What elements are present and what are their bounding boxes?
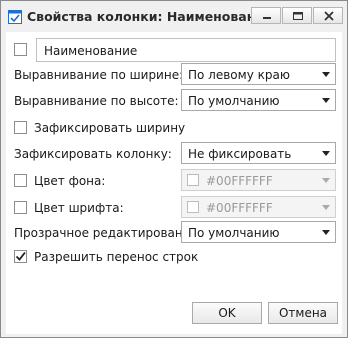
v-align-label: Выравнивание по высоте: (14, 94, 179, 108)
v-align-select[interactable]: По умолчанию (181, 89, 336, 111)
name-input[interactable]: Наименование (36, 38, 336, 62)
minimize-icon (263, 17, 271, 19)
bg-color-row: Цвет фона: #00FFFFFF (6, 169, 342, 191)
h-align-value: По левому краю (188, 68, 290, 82)
font-color-select[interactable]: #00FFFFFF (181, 196, 336, 218)
chevron-down-icon (322, 98, 330, 103)
title-bar[interactable]: Свойства колонки: Наименование (1, 1, 347, 31)
chevron-down-icon (322, 151, 330, 156)
minimize-button[interactable] (251, 7, 281, 24)
transparent-edit-select[interactable]: По умолчанию (181, 221, 336, 243)
h-align-select[interactable]: По левому краю (181, 63, 336, 85)
color-swatch (187, 174, 199, 186)
window-check-icon (8, 10, 22, 24)
chevron-down-icon (322, 72, 330, 77)
maximize-icon (293, 12, 303, 20)
fix-column-select[interactable]: Не фиксировать (181, 142, 336, 164)
window-title: Свойства колонки: Наименование (27, 9, 273, 24)
word-wrap-checkbox[interactable] (14, 250, 27, 263)
h-align-row: Выравнивание по ширине: По левому краю (6, 63, 342, 85)
word-wrap-label[interactable]: Разрешить перенос строк (34, 250, 198, 264)
maximize-button[interactable] (282, 7, 312, 24)
fix-column-value: Не фиксировать (188, 147, 292, 161)
dialog-content: Наименование Выравнивание по ширине: По … (6, 32, 342, 334)
fix-column-label: Зафиксировать колонку: (14, 147, 172, 161)
bg-color-select[interactable]: #00FFFFFF (181, 169, 336, 191)
transparent-edit-label: Прозрачное редактирование: (14, 226, 202, 240)
fix-width-label[interactable]: Зафиксировать ширину (34, 121, 185, 135)
chevron-down-icon (322, 178, 330, 183)
fix-column-row: Зафиксировать колонку: Не фиксировать (6, 142, 342, 164)
name-row: Наименование (6, 36, 342, 64)
transparent-edit-row: Прозрачное редактирование: По умолчанию (6, 221, 342, 243)
chevron-down-icon (322, 230, 330, 235)
h-align-label: Выравнивание по ширине: (14, 68, 184, 82)
transparent-edit-value: По умолчанию (188, 226, 280, 240)
v-align-row: Выравнивание по высоте: По умолчанию (6, 89, 342, 111)
color-swatch (187, 201, 199, 213)
font-color-row: Цвет шрифта: #00FFFFFF (6, 196, 342, 218)
fix-width-checkbox[interactable] (14, 121, 27, 134)
dialog-window: Свойства колонки: Наименование Наименова… (0, 0, 348, 338)
close-button[interactable] (313, 7, 343, 24)
bg-color-checkbox[interactable] (14, 174, 27, 187)
word-wrap-row: Разрешить перенос строк (6, 248, 342, 266)
fix-width-row: Зафиксировать ширину (6, 119, 342, 137)
cancel-button[interactable]: Отмена (268, 302, 338, 324)
chevron-down-icon (322, 205, 330, 210)
close-icon (324, 11, 334, 21)
ok-button[interactable]: OK (192, 302, 262, 324)
v-align-value: По умолчанию (188, 94, 280, 108)
font-color-checkbox[interactable] (14, 201, 27, 214)
checkmark-icon (15, 251, 26, 261)
name-input-value: Наименование (44, 44, 138, 58)
bg-color-value: #00FFFFFF (206, 174, 273, 188)
bg-color-label[interactable]: Цвет фона: (34, 174, 105, 188)
name-checkbox[interactable] (14, 43, 27, 56)
font-color-value: #00FFFFFF (206, 201, 273, 215)
font-color-label[interactable]: Цвет шрифта: (34, 201, 124, 215)
